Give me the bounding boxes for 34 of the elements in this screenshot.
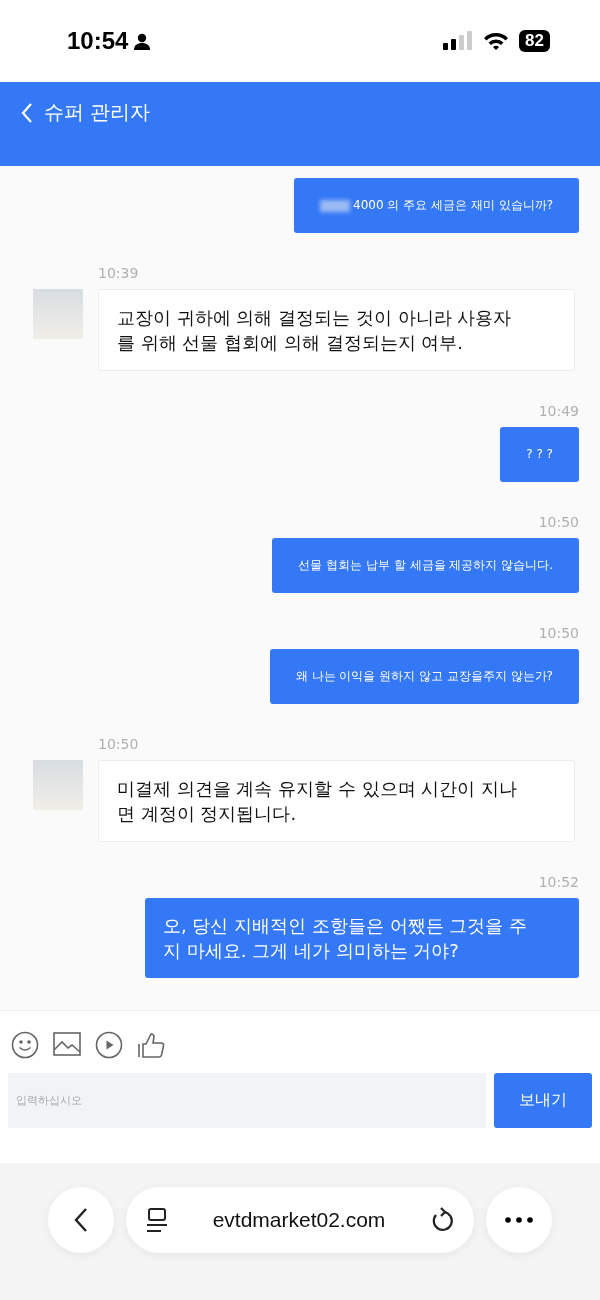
person-icon (134, 32, 151, 50)
image-icon[interactable] (53, 1031, 81, 1057)
message-bubble: ? ? ? (500, 427, 579, 482)
send-button[interactable]: 보내기 (494, 1073, 592, 1128)
page-menu-icon[interactable] (146, 1207, 168, 1233)
message-time: 10:52 (538, 874, 579, 890)
message-time: 10:50 (538, 625, 579, 641)
avatar-photo-placeholder (33, 760, 83, 810)
back-icon (74, 1207, 88, 1233)
message-bubble: 오, 당신 지배적인 조항들은 어쨌든 그것을 주지 마세요. 그게 네가 의미하는 거야? (145, 898, 579, 978)
message-time: 10:49 (538, 403, 579, 419)
thumbs-up-icon[interactable] (137, 1031, 165, 1059)
battery-level: 82 (519, 30, 550, 52)
message-bubble: 미결제 의견을 계속 유지할 수 있으며 시간이 지나면 계정이 정지됩니다. (98, 760, 575, 842)
message-bubble: 선물 협회는 납부 할 세금을 제공하지 않습니다. (272, 538, 579, 593)
emoji-icon[interactable] (11, 1031, 39, 1059)
status-time: 10:54 (67, 27, 129, 55)
url-text: evtdmarket02.com (212, 1208, 386, 1232)
message-time: 10:50 (98, 736, 140, 752)
wifi-icon (483, 31, 510, 51)
chat-title: 슈퍼 관리자 (44, 99, 151, 125)
avatar-photo-placeholder (33, 289, 83, 339)
signal-icon (443, 31, 474, 51)
message-time: 10:39 (98, 265, 140, 281)
address-bar[interactable]: evtdmarket02.com (126, 1187, 474, 1253)
back-icon[interactable] (20, 101, 34, 125)
more-icon (505, 1217, 533, 1223)
reload-icon[interactable] (430, 1207, 454, 1233)
message-time: 10:50 (538, 514, 579, 530)
play-icon[interactable] (95, 1031, 123, 1059)
message-bubble: 교장이 귀하에 의해 결정되는 것이 아니라 사용자를 위해 선물 협회에 의해 결정되는지 여부. (98, 289, 575, 371)
message-bubble: 왜 나는 이익을 원하지 않고 교장을주지 않는가? (269, 649, 579, 704)
message-bubble: 4000 의 주요 세금은 재미 있습니까? (294, 178, 579, 233)
message-input[interactable]: 입력하십시오 (8, 1073, 486, 1128)
